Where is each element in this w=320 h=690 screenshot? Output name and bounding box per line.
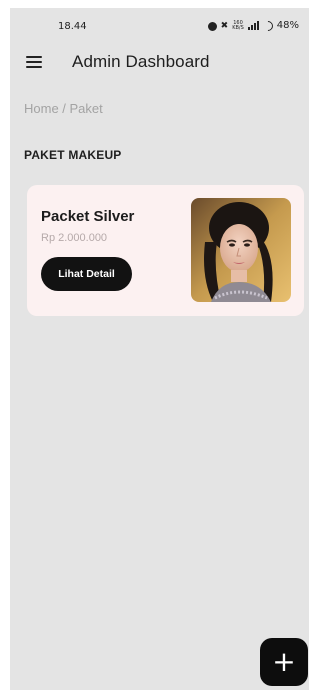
breadcrumb: Home / Paket bbox=[24, 101, 103, 116]
view-detail-button[interactable]: Lihat Detail bbox=[41, 257, 132, 291]
battery-icon bbox=[260, 18, 275, 33]
hamburger-menu-icon[interactable] bbox=[26, 56, 42, 68]
section-title: PAKET MAKEUP bbox=[24, 148, 122, 162]
status-icons: ✖ 160 KB/S 48% bbox=[207, 18, 299, 33]
alarm-icon bbox=[207, 22, 217, 31]
package-image bbox=[191, 198, 291, 302]
status-time: 18.44 bbox=[58, 21, 87, 32]
battery-percent: 48% bbox=[276, 20, 299, 31]
add-package-button[interactable]: + bbox=[260, 638, 308, 686]
app-screen: 18.44 ✖ 160 KB/S 48% Admin Dashboard Hom… bbox=[10, 8, 309, 690]
package-title: Packet Silver bbox=[41, 208, 135, 225]
plus-icon: + bbox=[272, 645, 296, 678]
package-card: Packet Silver Rp 2.000.000 Lihat Detail bbox=[27, 185, 304, 316]
package-price: Rp 2.000.000 bbox=[41, 232, 108, 244]
network-speed-icon: 160 KB/S bbox=[232, 20, 244, 31]
mute-icon: ✖ bbox=[220, 20, 229, 31]
status-bar: 18.44 ✖ 160 KB/S 48% bbox=[10, 8, 309, 34]
signal-icon bbox=[247, 21, 259, 30]
network-speed-unit: KB/S bbox=[232, 24, 244, 31]
app-title: Admin Dashboard bbox=[72, 52, 210, 71]
app-bar: Admin Dashboard bbox=[10, 36, 309, 88]
